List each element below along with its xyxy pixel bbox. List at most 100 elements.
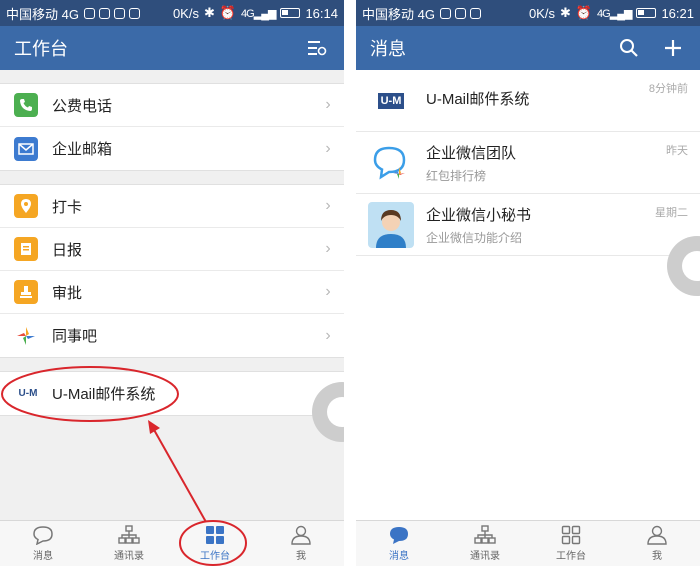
tab-workbench[interactable]: 工作台 xyxy=(528,521,614,566)
message-item-wework-team[interactable]: 企业微信团队 红包排行榜 昨天 xyxy=(356,132,700,194)
clock: 16:14 xyxy=(305,5,338,21)
tab-label: 我 xyxy=(652,551,662,562)
person-icon xyxy=(291,525,311,545)
stamp-icon xyxy=(14,280,38,304)
chevron-right-icon: › xyxy=(325,96,331,113)
tab-bar: 消息 通讯录 工作台 我 xyxy=(356,520,700,566)
alarm-icon: ⏰ xyxy=(219,5,237,20)
wework-team-avatar xyxy=(368,140,414,186)
app-row-umail[interactable]: U-M U-Mail邮件系统 xyxy=(0,372,344,415)
nav-bar: 消息 xyxy=(356,26,700,70)
tab-bar: 消息 通讯录 工作台 我 xyxy=(0,520,344,566)
message-sender: 企业微信小秘书 xyxy=(426,206,532,224)
page-title: 消息 xyxy=(370,39,406,59)
message-sender: 企业微信团队 xyxy=(426,144,517,162)
grid-icon xyxy=(206,526,224,544)
app-label: 企业邮箱 xyxy=(52,141,113,158)
app-row-approval[interactable]: 审批 › xyxy=(0,271,344,314)
message-time: 星期二 xyxy=(655,207,688,219)
network-type: 4G xyxy=(241,7,255,20)
status-bar: 中国移动 4G 0K/s ✱ ⏰ 4G▂▄▆ 16:21 xyxy=(356,0,700,26)
network-speed: 0K/s xyxy=(172,5,199,21)
message-time: 昨天 xyxy=(666,145,688,157)
battery-icon xyxy=(636,8,657,18)
location-pin-icon xyxy=(14,194,38,218)
tab-messages[interactable]: 消息 xyxy=(356,521,442,566)
tab-me[interactable]: 我 xyxy=(258,521,344,566)
app-group-3: U-M U-Mail邮件系统 xyxy=(0,372,344,416)
status-bar: 中国移动 4G 0K/s ✱ ⏰ 4G▂▄▆ 16:14 xyxy=(0,0,344,26)
app-row-checkin[interactable]: 打卡 › xyxy=(0,185,344,228)
tab-workbench[interactable]: 工作台 xyxy=(172,521,258,566)
app-group-1: 公费电话 › 企业邮箱 › xyxy=(0,84,344,171)
message-preview: 红包排行榜 xyxy=(426,168,487,183)
phone-icon xyxy=(14,93,38,117)
person-icon xyxy=(647,525,667,545)
nav-bar: 工作台 xyxy=(0,26,344,70)
signal-icon: 4G▂▄▆ xyxy=(597,7,632,20)
tab-label: 工作台 xyxy=(556,551,586,562)
chevron-right-icon: › xyxy=(325,240,331,257)
umail-logo-text: U-M xyxy=(377,92,405,109)
notification-icons xyxy=(439,7,481,19)
message-item-secretary[interactable]: 企业微信小秘书 企业微信功能介绍 星期二 xyxy=(356,194,700,256)
app-label: 日报 xyxy=(52,241,83,259)
section-gap xyxy=(0,70,344,84)
app-label: 打卡 xyxy=(52,198,83,216)
tab-label: 工作台 xyxy=(200,551,230,562)
tab-label: 通讯录 xyxy=(470,551,500,562)
tab-me[interactable]: 我 xyxy=(614,521,700,566)
org-chart-icon xyxy=(474,525,496,544)
battery-icon xyxy=(280,8,301,18)
message-item-umail[interactable]: U-M U-Mail邮件系统 8分钟前 xyxy=(356,70,700,132)
report-icon xyxy=(14,237,38,261)
app-label: U-Mail邮件系统 xyxy=(52,386,156,403)
app-row-phone[interactable]: 公费电话 › xyxy=(0,84,344,127)
umail-logo-text: U-M xyxy=(18,388,38,399)
signal-icon: 4G▂▄▆ xyxy=(241,7,276,20)
tab-label: 通讯录 xyxy=(114,551,144,562)
network-type: 4G xyxy=(597,7,611,20)
app-label: 公费电话 xyxy=(52,97,113,115)
chat-bubble-icon xyxy=(390,527,408,544)
umail-logo-icon: U-M xyxy=(14,382,42,406)
plus-icon[interactable] xyxy=(660,35,686,61)
carrier-label: 中国移动 4G xyxy=(6,6,79,22)
app-label: 同事吧 xyxy=(52,328,98,345)
umail-logo-avatar: U-M xyxy=(368,78,414,124)
tab-contacts[interactable]: 通讯录 xyxy=(86,521,172,566)
tab-label: 消息 xyxy=(33,551,53,562)
message-body: U-Mail邮件系统 xyxy=(426,88,649,113)
tab-contacts[interactable]: 通讯录 xyxy=(442,521,528,566)
network-speed: 0K/s xyxy=(528,5,555,21)
app-row-daily-report[interactable]: 日报 › xyxy=(0,228,344,271)
app-row-mailbox[interactable]: 企业邮箱 › xyxy=(0,127,344,170)
message-body: 企业微信小秘书 企业微信功能介绍 xyxy=(426,204,655,246)
app-group-2: 打卡 › 日报 › 审批 › 同事吧 › xyxy=(0,185,344,358)
chevron-right-icon: › xyxy=(325,139,331,157)
section-gap xyxy=(0,171,344,185)
alarm-icon: ⏰ xyxy=(575,5,593,20)
secretary-avatar xyxy=(368,201,414,248)
notification-icons xyxy=(83,7,140,19)
clock: 16:21 xyxy=(661,5,694,21)
workbench-screen: 中国移动 4G 0K/s ✱ ⏰ 4G▂▄▆ 16:14 工作台 公费电话 › xyxy=(0,0,344,566)
chat-bubble-icon xyxy=(33,526,53,545)
tab-messages[interactable]: 消息 xyxy=(0,521,86,566)
app-row-colleague[interactable]: 同事吧 › xyxy=(0,314,344,357)
app-label: 审批 xyxy=(52,284,83,302)
bluetooth-icon: ✱ xyxy=(559,5,571,20)
chevron-right-icon: › xyxy=(325,326,331,344)
settings-list-icon[interactable] xyxy=(304,35,330,61)
tab-label: 我 xyxy=(296,551,306,562)
messages-screen: 中国移动 4G 0K/s ✱ ⏰ 4G▂▄▆ 16:21 消息 U-M U-Ma… xyxy=(356,0,700,566)
section-gap xyxy=(0,358,344,372)
search-icon[interactable] xyxy=(616,35,642,61)
chevron-right-icon: › xyxy=(325,197,331,214)
bluetooth-icon: ✱ xyxy=(203,5,215,20)
mail-icon xyxy=(14,136,38,161)
carrier-label: 中国移动 4G xyxy=(362,6,435,22)
chevron-right-icon: › xyxy=(325,283,331,300)
org-chart-icon xyxy=(118,525,140,544)
message-sender: U-Mail邮件系统 xyxy=(426,91,530,108)
